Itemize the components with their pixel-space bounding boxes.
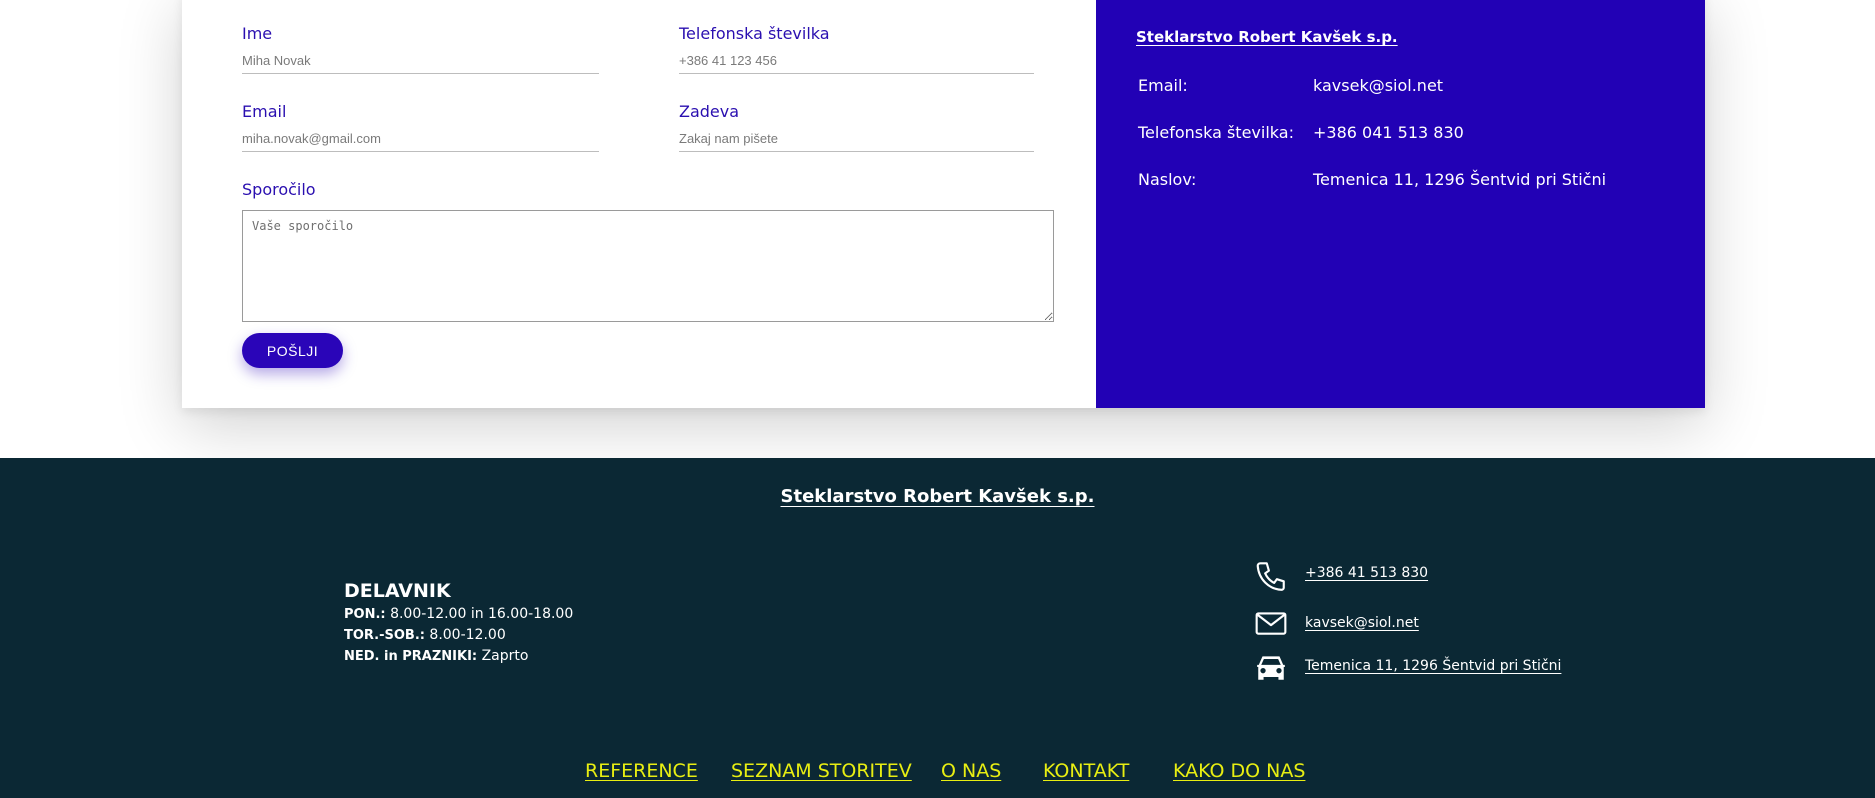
phone-icon xyxy=(1254,559,1288,593)
info-email-label: Email: xyxy=(1138,76,1188,95)
footer-email-link[interactable]: kavsek@siol.net xyxy=(1305,615,1419,631)
site-footer: Steklarstvo Robert Kavšek s.p. DELAVNIK … xyxy=(0,458,1875,798)
name-input[interactable] xyxy=(242,47,599,74)
mail-icon xyxy=(1254,606,1288,640)
subject-input[interactable] xyxy=(679,125,1034,152)
footer-company-link[interactable]: Steklarstvo Robert Kavšek s.p. xyxy=(0,486,1875,507)
footer-nav: REFERENCE SEZNAM STORITEV O NAS KONTAKT … xyxy=(0,760,1875,790)
message-label: Sporočilo xyxy=(242,180,316,199)
info-address-value: Temenica 11, 1296 Šentvid pri Stični xyxy=(1313,170,1607,189)
nav-directions[interactable]: KAKO DO NAS xyxy=(1173,760,1305,782)
hours-line: TOR.-SOB.: 8.00-12.00 xyxy=(344,625,573,646)
hours-day-label: NED. in PRAZNIKI: xyxy=(344,649,478,664)
info-company-link[interactable]: Steklarstvo Robert Kavšek s.p. xyxy=(1136,28,1398,46)
email-label: Email xyxy=(242,102,287,121)
nav-contact[interactable]: KONTAKT xyxy=(1043,760,1129,782)
contact-form: Ime Telefonska številka Email Zadeva Spo… xyxy=(182,0,1096,408)
hours-value: Zaprto xyxy=(481,648,529,664)
footer-address-link[interactable]: Temenica 11, 1296 Šentvid pri Stični xyxy=(1305,658,1561,674)
hours-day-label: PON.: xyxy=(344,607,386,622)
hours-line: NED. in PRAZNIKI: Zaprto xyxy=(344,646,573,667)
company-info-panel: Steklarstvo Robert Kavšek s.p. Email: ka… xyxy=(1096,0,1705,408)
phone-input[interactable] xyxy=(679,47,1034,74)
hours-value: 8.00-12.00 xyxy=(429,627,506,643)
hours-line: PON.: 8.00-12.00 in 16.00-18.00 xyxy=(344,604,573,625)
hours-heading: DELAVNIK xyxy=(344,580,451,602)
info-phone-label: Telefonska številka: xyxy=(1138,123,1294,142)
opening-hours: DELAVNIK PON.: 8.00-12.00 in 16.00-18.00… xyxy=(344,580,573,667)
hours-day-label: TOR.-SOB.: xyxy=(344,628,425,643)
name-label: Ime xyxy=(242,24,273,43)
nav-about[interactable]: O NAS xyxy=(941,760,1001,782)
nav-services[interactable]: SEZNAM STORITEV xyxy=(731,760,912,782)
info-email-value: kavsek@siol.net xyxy=(1313,76,1444,95)
info-phone-value: +386 041 513 830 xyxy=(1313,123,1464,142)
message-textarea[interactable] xyxy=(242,210,1054,322)
email-input[interactable] xyxy=(242,125,599,152)
footer-phone-link[interactable]: +386 41 513 830 xyxy=(1305,565,1428,581)
phone-label: Telefonska številka xyxy=(679,24,830,43)
nav-reference[interactable]: REFERENCE xyxy=(585,760,698,782)
hours-value: 8.00-12.00 in 16.00-18.00 xyxy=(390,606,574,622)
send-button[interactable]: POŠLJI xyxy=(242,333,343,368)
car-icon xyxy=(1254,651,1288,685)
info-address-label: Naslov: xyxy=(1138,170,1197,189)
subject-label: Zadeva xyxy=(679,102,740,121)
contact-card: Ime Telefonska številka Email Zadeva Spo… xyxy=(182,0,1705,408)
